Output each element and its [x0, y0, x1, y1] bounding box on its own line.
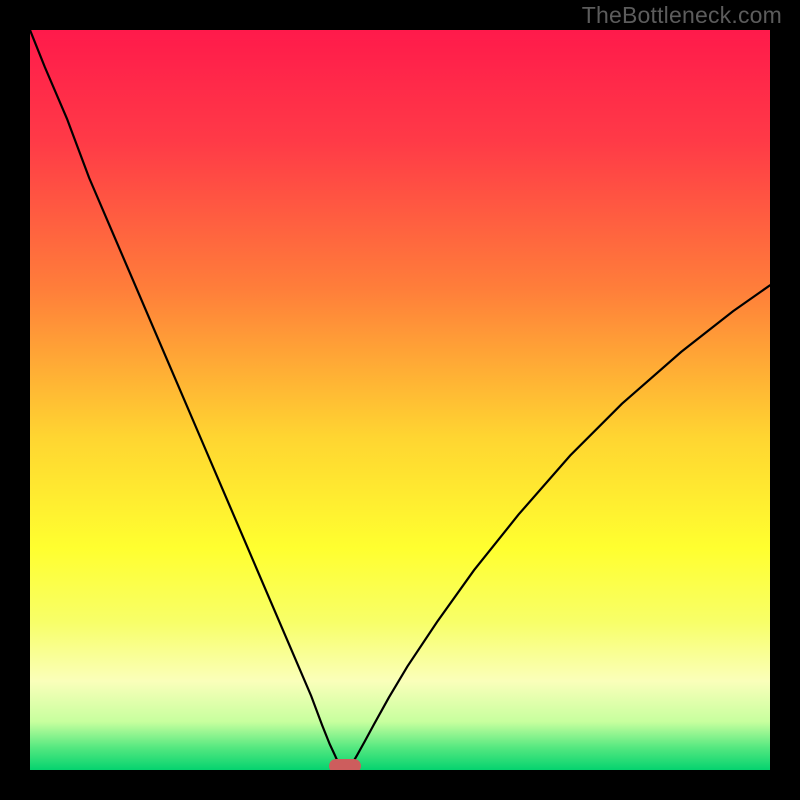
- gradient-background: [30, 30, 770, 770]
- bottleneck-marker: [329, 759, 361, 770]
- watermark-text: TheBottleneck.com: [582, 2, 782, 29]
- chart-svg: [30, 30, 770, 770]
- plot-area: [30, 30, 770, 770]
- chart-container: TheBottleneck.com: [0, 0, 800, 800]
